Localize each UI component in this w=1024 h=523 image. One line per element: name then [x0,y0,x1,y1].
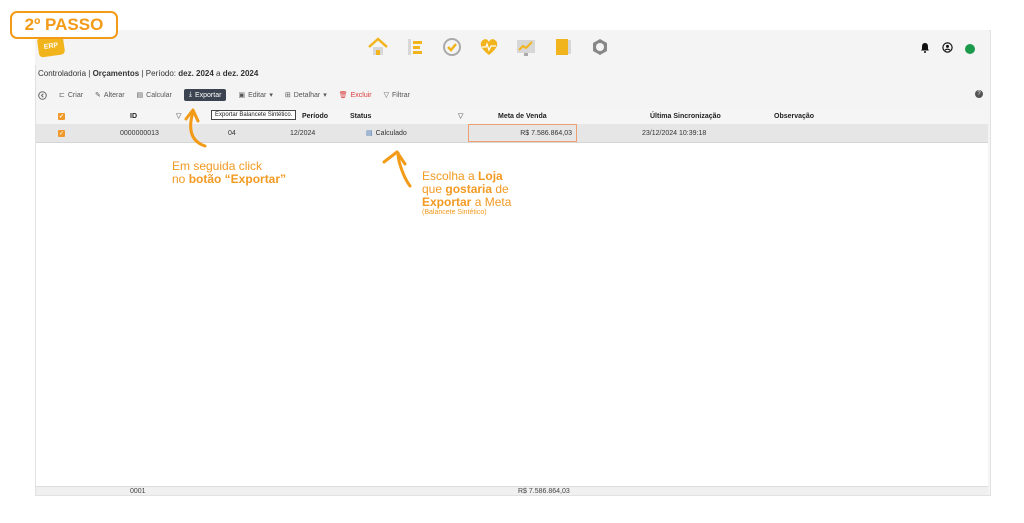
breadcrumb-period-from: dez. 2024 [178,69,214,78]
column-header-periodo[interactable]: Período [302,108,328,124]
breadcrumb-period-label: | Período: [139,69,179,78]
breadcrumb-period-to: dez. 2024 [222,69,259,78]
user-area [920,40,975,58]
toolbar: ⊏ Criar ✎ Alterar ▤ Calcular ⤓ Exportar ▣ Edi… [38,88,986,102]
calculate-button[interactable]: ▤ Calcular [136,91,172,100]
create-button-label: Criar [67,91,84,99]
edit-square-icon: ▣ [238,92,246,99]
annotation-export-line2a: no [172,172,189,186]
chart-icon[interactable] [514,36,538,58]
column-header-id[interactable]: ID [130,108,137,124]
annotation-store-l3a: Exportar [422,195,472,209]
arrow-to-row-icon [382,150,412,188]
row-checkbox[interactable]: ✓ [58,124,65,142]
cell-id: 0000000013 [120,129,159,137]
main-nav [366,36,612,58]
annotation-store-l2a: que [422,182,446,196]
annotation-export-line1: Em seguida click [172,159,263,173]
check-icon: ✓ [58,129,65,137]
plus-icon: ⊏ [59,92,65,99]
check-icon[interactable] [440,36,464,58]
export-tooltip: Exportar Balancete Sintético. [211,110,297,120]
annotation-store-l1b: Loja [478,169,503,183]
grid-footer: 0001 R$ 7.586.864,03 [36,486,988,495]
column-header-sync[interactable]: Última Sincronização [650,108,721,124]
edit-button[interactable]: ✎ Alterar [95,91,125,100]
breadcrumb: Controladoria | Orçamentos | Período: de… [38,69,258,78]
pencil-icon: ✎ [95,92,101,99]
back-button[interactable] [38,90,47,100]
breadcrumb-module[interactable]: Controladoria [38,69,86,78]
heart-icon[interactable] [477,36,501,58]
settings-icon[interactable] [588,36,612,58]
footer-total: R$ 7.586.864,03 [518,488,570,495]
annotation-store: Escolha a Loja que gostaria de Exportar … [422,170,511,217]
delete-button[interactable]: 🗑 Excluir [338,91,372,100]
annotation-export: Em seguida click no botão “Exportar” [172,160,286,186]
editar-dropdown[interactable]: ▣ Editar ▾ [238,91,273,100]
annotation-store-l4: (Balancete Sintético) [422,209,487,216]
list-icon[interactable] [403,36,427,58]
filter-button[interactable]: ▽ Filtrar [383,91,410,100]
download-icon: ⤓ [188,91,192,98]
book-icon[interactable] [551,36,575,58]
column-header-observacao[interactable]: Observação [774,108,814,124]
breadcrumb-page: Orçamentos [92,69,140,78]
column-filter-icon[interactable]: ▽ [458,108,463,124]
grid-icon: ⊞ [284,92,291,99]
calculator-icon: ▤ [136,92,144,99]
cell-periodo: 12/2024 [290,129,316,137]
create-button[interactable]: ⊏ Criar [59,91,84,100]
annotation-store-l3b: a Meta [471,195,512,209]
delete-button-label: Excluir [350,91,372,99]
footer-count: 0001 [130,488,146,495]
annotation-export-line2b: botão “Exportar” [188,172,287,186]
step-badge: 2º PASSO [10,11,118,39]
header-select-all-checkbox[interactable]: ✓ [58,108,65,124]
detalhar-dropdown-label: Detalhar [293,91,321,99]
breadcrumb-period-to-word: a [213,69,223,78]
chevron-down-icon: ▾ [323,92,327,99]
column-header-status[interactable]: Status [350,108,371,124]
filter-icon: ▽ [383,92,390,99]
editar-dropdown-label: Editar [248,91,267,99]
online-status-icon [965,44,975,54]
user-icon[interactable] [942,40,953,58]
cell-sync: 23/12/2024 10:39:18 [642,129,707,137]
calculate-button-label: Calcular [146,91,172,99]
help-icon[interactable]: ? [975,90,983,98]
edit-button-label: Alterar [103,91,125,99]
arrow-to-export-icon [184,108,207,148]
filter-button-label: Filtrar [392,91,410,99]
export-button-label: Exportar [194,91,222,99]
calculator-icon: ▤ [366,130,373,137]
annotation-store-l2c: de [492,182,509,196]
annotation-store-l1a: Escolha a [422,169,479,183]
cell-status: ▤ Calculado [366,124,407,142]
detalhar-dropdown[interactable]: ⊞ Detalhar ▾ [284,91,327,100]
check-icon: ✓ [58,112,65,120]
cell-meta-venda[interactable]: R$ 7.586.864,03 [468,124,577,142]
cell-loja: 04 [228,129,236,137]
home-icon[interactable] [366,36,390,58]
back-arrow-icon [38,90,47,100]
export-button[interactable]: ⤓ Exportar [183,89,227,101]
cell-status-text: Calculado [375,129,407,137]
annotation-store-l2b: gostaria [445,182,493,196]
column-header-meta[interactable]: Meta de Venda [498,108,547,124]
bell-icon[interactable] [920,40,930,58]
chevron-down-icon: ▾ [269,92,273,99]
trash-icon: 🗑 [338,92,348,99]
